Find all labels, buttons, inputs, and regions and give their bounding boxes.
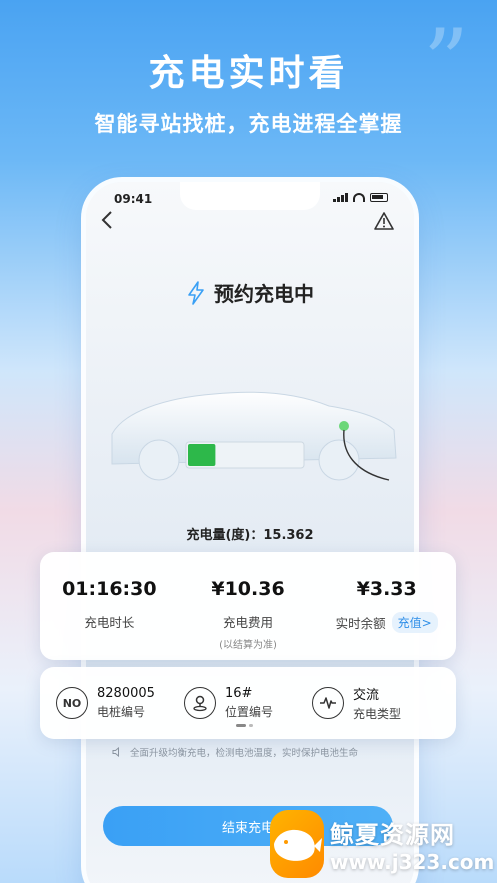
info-pile-number: NO 8280005 电桩编号: [56, 686, 184, 720]
charging-tip-text: 全面升级均衡充电，检测电池温度，实时保护电池生命: [130, 748, 359, 759]
phone-notch: [180, 182, 320, 210]
charge-amount: 充电量(度)：15.362: [186, 528, 314, 543]
charging-tip: 全面升级均衡充电，检测电池温度，实时保护电池生命: [112, 745, 402, 759]
banner-subline: 智能寻站找桩，充电进程全掌握: [94, 112, 403, 136]
speaker-icon: [112, 747, 119, 757]
page-indicator: [236, 724, 253, 727]
battery-status-icon: [370, 193, 388, 202]
watermark-url: www.j323.com: [330, 849, 495, 874]
info-charge-type-value: 交流: [353, 688, 380, 703]
charging-status: 预约充电中: [86, 278, 414, 307]
charging-stats-card: 01:16:30 充电时长 ¥10.36 充电费用 (以结算为准) ¥3.33 …: [40, 552, 456, 660]
warning-icon: [374, 212, 394, 230]
stat-fee-note: (以结算为准): [219, 640, 277, 651]
no-badge-icon: NO: [56, 687, 88, 719]
battery-fill: [188, 444, 216, 466]
stat-fee-label: 充电费用: [223, 615, 274, 630]
stat-duration-label: 充电时长: [84, 615, 135, 630]
stat-duration-value: 01:16:30: [62, 578, 157, 600]
info-position-number: 16# 位置编号: [184, 686, 312, 720]
info-pile-number-value: 8280005: [97, 686, 155, 701]
wifi-icon: [353, 193, 365, 202]
stat-fee: ¥10.36 充电费用 (以结算为准): [179, 552, 318, 660]
stat-balance-label: 实时余额: [335, 616, 386, 631]
car-illustration: [111, 391, 397, 481]
info-pile-number-label: 电桩编号: [97, 705, 146, 719]
warning-button[interactable]: [374, 212, 396, 234]
banner-headline: 充电实时看: [148, 53, 349, 94]
waveform-icon: [312, 687, 344, 719]
end-charging-label: 结束充电: [221, 820, 274, 836]
pile-info-card: NO 8280005 电桩编号 16# 位置编号 交流 充电类型: [40, 667, 456, 739]
signal-icon: [333, 193, 348, 202]
status-icons: [333, 193, 388, 202]
info-charge-type: 交流 充电类型: [312, 684, 440, 722]
stat-fee-value: ¥10.36: [211, 578, 285, 600]
info-position-number-label: 位置编号: [225, 705, 274, 719]
watermark: 鲸夏资源网 www.j323.com: [270, 808, 494, 880]
info-charge-type-label: 充电类型: [353, 707, 402, 721]
stat-duration: 01:16:30 充电时长: [40, 552, 179, 660]
stat-balance-value: ¥3.33: [356, 578, 417, 600]
charging-status-label: 预约充电中: [214, 282, 314, 306]
stat-balance: ¥3.33 实时余额 充值>: [317, 552, 456, 660]
lightning-icon: [188, 280, 204, 305]
location-pin-icon: [184, 687, 216, 719]
info-position-number-value: 16#: [225, 686, 253, 701]
back-button[interactable]: [100, 210, 124, 238]
recharge-button[interactable]: 充值>: [391, 612, 438, 633]
watermark-name: 鲸夏资源网: [330, 820, 455, 849]
chevron-left-icon: [101, 211, 112, 229]
phone-frame: 09:41 预约充电中 充电量(度)：15.362: [86, 182, 414, 883]
status-time: 09:41: [114, 192, 153, 206]
whale-logo-icon: [270, 810, 324, 878]
